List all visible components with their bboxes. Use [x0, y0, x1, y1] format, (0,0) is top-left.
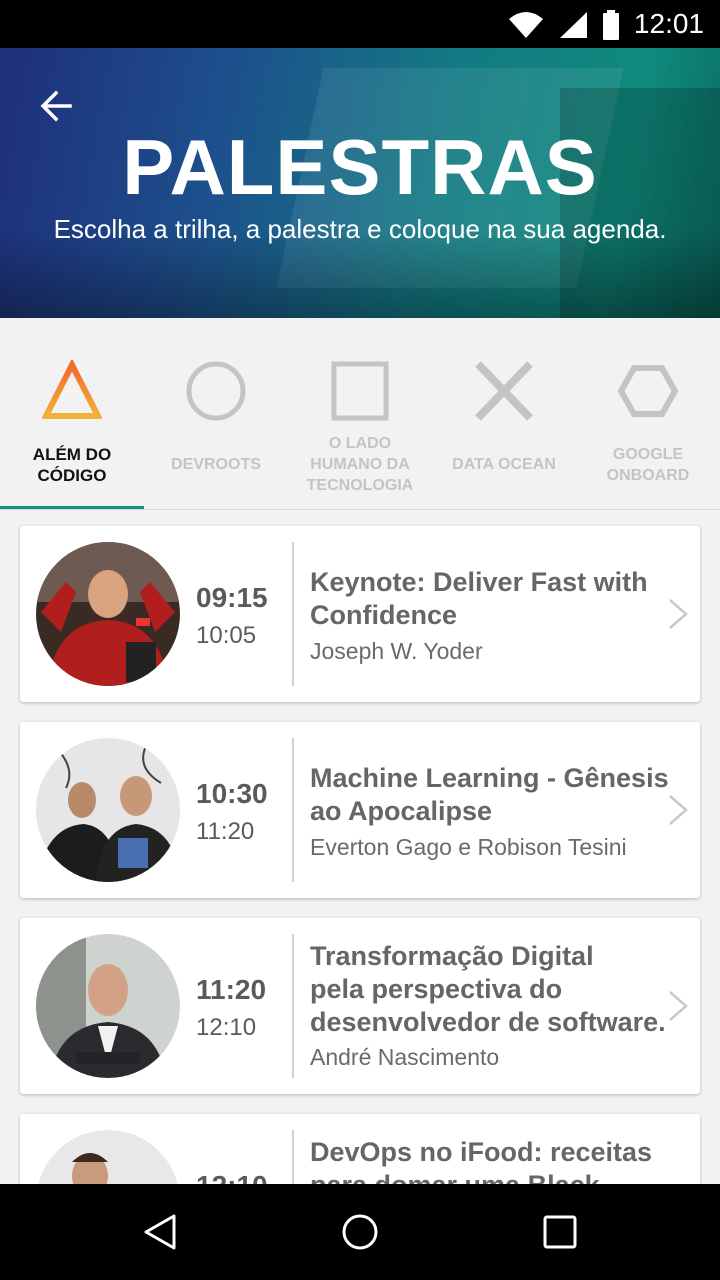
- talk-list[interactable]: 09:15 10:05 Keynote: Deliver Fast with Co…: [0, 510, 720, 1184]
- talk-end-time: 12:10: [196, 1014, 257, 1041]
- header-banner: PALESTRAS Escolha a trilha, a palestra e…: [0, 48, 720, 318]
- page-subtitle: Escolha a trilha, a palestra e coloque n…: [53, 214, 667, 244]
- page-title: PALESTRAS: [122, 123, 598, 211]
- hexagon-icon: [618, 365, 678, 417]
- home-nav-icon[interactable]: [340, 1212, 380, 1252]
- talk-title: DevOps no iFood: receitaspara domar uma …: [310, 1137, 653, 1184]
- talk-start-time: 09:15: [196, 582, 268, 613]
- talk-card[interactable]: 09:15 10:05 Keynote: Deliver Fast with Co…: [20, 526, 700, 702]
- battery-icon: [603, 10, 619, 40]
- tab-devroots[interactable]: DEVROOTS: [144, 318, 288, 510]
- status-time: 12:01: [633, 8, 704, 39]
- talk-start-time: 11:20: [196, 974, 267, 1005]
- tab-label: ALÉM DO CÓDIGO: [32, 445, 112, 485]
- cross-icon: [475, 361, 533, 421]
- talk-title: Machine Learning - Gênesis ao Apocalipse: [310, 763, 669, 826]
- card-divider: [292, 1130, 294, 1184]
- wifi-icon: [509, 12, 543, 38]
- speaker-avatar: [36, 738, 180, 882]
- triangle-icon: [42, 360, 102, 419]
- talk-title: Keynote: Deliver Fast with Confidence: [310, 567, 648, 630]
- card-divider: [292, 738, 294, 882]
- tab-google-onboard[interactable]: GOOGLE ONBOARD: [576, 318, 720, 510]
- speaker-avatar: [36, 542, 180, 686]
- tab-data-ocean[interactable]: DATA OCEAN: [432, 318, 576, 510]
- signal-icon: [560, 12, 587, 38]
- talk-card[interactable]: 10:30 11:20 Machine Learning - Gênesis ao…: [20, 722, 700, 898]
- card-divider: [292, 934, 294, 1078]
- status-bar: 12:01: [0, 0, 720, 48]
- tab-label: GOOGLE ONBOARD: [606, 446, 690, 484]
- talk-end-time: 10:05: [196, 622, 257, 649]
- speaker-avatar: [36, 1130, 180, 1184]
- talk-start-time: 12:10: [196, 1170, 268, 1184]
- chevron-right-icon: [669, 599, 688, 629]
- talk-start-time: 10:30: [196, 778, 268, 809]
- track-tabs: ALÉM DO CÓDIGO DEVROOTS O LADO HUMANO DA TE…: [0, 318, 720, 510]
- talk-speaker: Everton Gago e Robison Tesini: [310, 834, 627, 860]
- chevron-right-icon: [669, 991, 688, 1021]
- speaker-avatar: [36, 934, 180, 1078]
- status-icons: [508, 10, 620, 40]
- tab-label: DATA OCEAN: [452, 456, 556, 473]
- tab-label: O LADO HUMANO DA TECNOLOGIA: [306, 435, 414, 494]
- tab-o-lado-humano-da-tecnologia[interactable]: O LADO HUMANO DA TECNOLOGIA: [288, 318, 432, 510]
- talk-speaker: André Nascimento: [310, 1044, 500, 1070]
- square-icon: [331, 361, 389, 421]
- tab-alem-do-codigo[interactable]: ALÉM DO CÓDIGO: [0, 318, 144, 510]
- recents-nav-icon[interactable]: [540, 1212, 580, 1252]
- circle-icon: [186, 361, 246, 421]
- system-nav-bar: [0, 1184, 720, 1280]
- talk-end-time: 11:20: [196, 818, 255, 845]
- talk-card[interactable]: 11:20 12:10 Transformação Digital pela pe…: [20, 918, 700, 1094]
- back-arrow-icon[interactable]: [36, 86, 76, 126]
- card-divider: [292, 542, 294, 686]
- talk-speaker: Joseph W. Yoder: [310, 638, 483, 664]
- tab-label: DEVROOTS: [171, 456, 261, 473]
- talk-card[interactable]: 12:10 DevOps no iFood: receitaspara doma…: [20, 1114, 700, 1184]
- back-nav-icon[interactable]: [140, 1212, 180, 1252]
- chevron-right-icon: [669, 795, 688, 825]
- talk-title: Transformação Digital pela perspectiva do…: [310, 941, 666, 1037]
